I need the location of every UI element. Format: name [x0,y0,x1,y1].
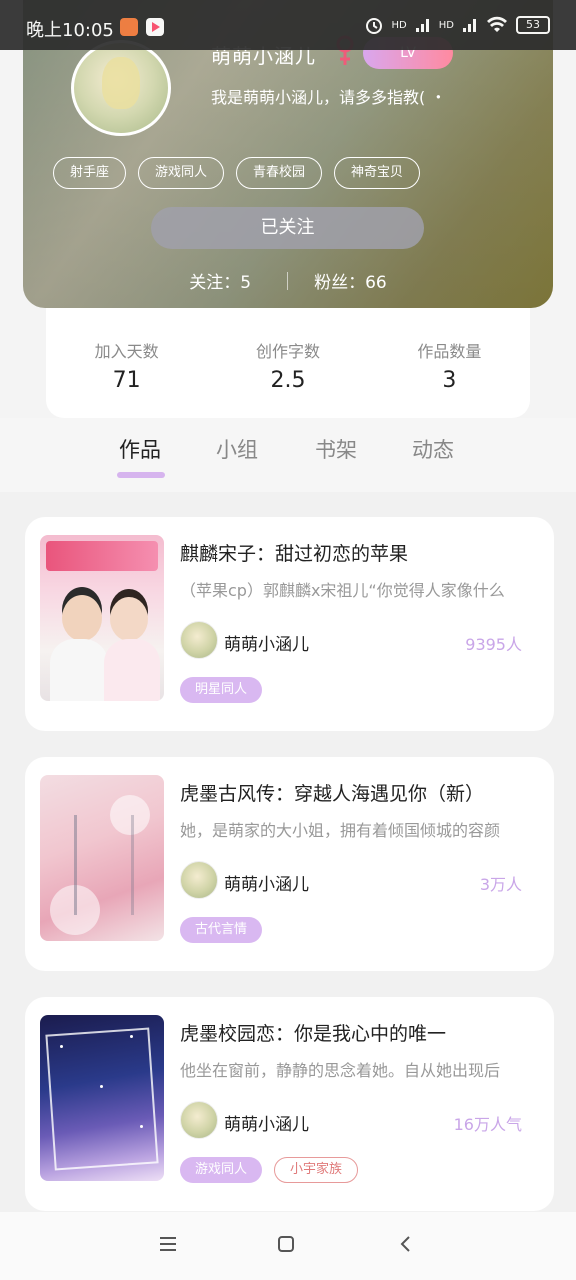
author-avatar[interactable] [180,621,218,659]
profile-tag[interactable]: 青春校园 [236,157,323,189]
cover-calligraphy [74,815,134,915]
battery-icon: 53 [516,16,550,34]
following-count[interactable]: 关注：5 [189,268,251,293]
author-name[interactable]: 萌萌小涵儿 [224,1110,309,1135]
work-reader-count: 3万人 [479,875,522,894]
profile-tag[interactable]: 游戏同人 [138,157,225,189]
status-bar: 晚上10:05 HD HD 53 [0,0,576,50]
work-cover-image[interactable] [40,775,164,941]
work-genres: 游戏同人 小宇家族 [180,1157,359,1183]
work-cover-image[interactable] [40,535,164,701]
stat-value: 71 [112,368,141,393]
menu-icon[interactable] [158,1234,178,1254]
work-title[interactable]: 虎墨古风传：穿越人海遇见你（新） [180,779,484,806]
cover-star [60,1045,63,1048]
signal-icon-2: HD [438,19,454,31]
work-title[interactable]: 麒麟宋子：甜过初恋的苹果 [180,539,408,566]
work-description: 他坐在窗前，静静的思念着她。自从她出现后 [180,1061,501,1080]
profile-avatar[interactable] [71,40,171,136]
cover-figure-body [104,639,160,701]
author-avatar[interactable] [180,1101,218,1139]
follow-button[interactable]: 已关注 [151,207,424,249]
cover-star [130,1035,133,1038]
tab-works[interactable]: 作品 [119,434,161,464]
work-card[interactable]: 麒麟宋子：甜过初恋的苹果 （苹果cp）郭麒麟x宋祖儿“你觉得人家像什么 萌萌小涵… [25,517,554,731]
work-reader-count: 16万人气 [453,1115,522,1134]
tab-activity[interactable]: 动态 [412,434,454,464]
work-reader-count: 9395人 [465,635,522,654]
stats-card: 加入天数 71 创作字数 2.5 作品数量 3 [46,308,530,418]
profile-tag[interactable]: 射手座 [53,157,127,189]
stat-label: 创作字数 [255,342,320,361]
work-cover-image[interactable] [40,1015,164,1181]
video-app-icon [146,18,164,36]
cover-banner [46,541,158,571]
stat-word-count: 创作字数 2.5 [207,308,368,418]
work-description: （苹果cp）郭麒麟x宋祖儿“你觉得人家像什么 [180,581,505,600]
work-card[interactable]: 虎墨古风传：穿越人海遇见你（新） 她，是萌家的大小姐，拥有着倾国倾城的容颜 萌萌… [25,757,554,971]
work-genres: 明星同人 [180,677,263,703]
author-name[interactable]: 萌萌小涵儿 [224,630,309,655]
genre-tag[interactable]: 小宇家族 [274,1157,359,1183]
status-icons: HD HD 53 [364,15,550,35]
cover-figure [110,597,148,641]
cover-figure [62,595,102,641]
signal-bars-icon-2 [463,19,476,32]
home-icon[interactable] [276,1234,296,1254]
tab-bookshelf[interactable]: 书架 [315,434,357,464]
signal-bars-icon [415,19,429,32]
cover-figure-body [50,639,108,701]
stat-value: 2.5 [270,368,306,393]
app-notification-icon [120,18,138,36]
genre-tag[interactable]: 游戏同人 [180,1157,263,1183]
stat-work-count: 作品数量 3 [369,308,530,418]
profile-tag[interactable]: 神奇宝贝 [334,157,421,189]
genre-tag[interactable]: 古代言情 [180,917,263,943]
wifi-icon [487,16,507,32]
profile-bio: 我是萌萌小涵儿，请多多指教( ・ [211,88,447,107]
profile-tags: 射手座 游戏同人 青春校园 神奇宝贝 [53,157,421,189]
profile-tabs: 作品 小组 书架 动态 [0,418,576,492]
author-name[interactable]: 萌萌小涵儿 [224,870,309,895]
work-genres: 古代言情 [180,917,263,943]
active-tab-indicator [117,472,165,478]
stat-join-days: 加入天数 71 [46,308,207,418]
work-description: 她，是萌家的大小姐，拥有着倾国倾城的容颜 [180,821,501,840]
stat-value: 3 [442,368,457,393]
work-card[interactable]: 虎墨校园恋：你是我心中的唯一 他坐在窗前，静静的思念着她。自从她出现后 萌萌小涵… [25,997,554,1211]
alarm-icon [365,18,382,34]
signal-icon-1: HD [391,19,407,31]
divider [287,271,289,290]
stat-label: 作品数量 [417,342,482,361]
author-avatar[interactable] [180,861,218,899]
cover-star [140,1125,143,1128]
stat-label: 加入天数 [94,342,159,361]
follow-stats: 关注：5 粉丝：66 [23,268,553,293]
system-nav-bar [0,1212,576,1280]
back-icon[interactable] [396,1234,416,1254]
work-title[interactable]: 虎墨校园恋：你是我心中的唯一 [180,1019,446,1046]
cover-photo-frame [45,1027,159,1171]
followers-count[interactable]: 粉丝：66 [314,268,387,293]
genre-tag[interactable]: 明星同人 [180,677,263,703]
status-time: 晚上10:05 [26,20,114,41]
cover-star [100,1085,103,1088]
tab-groups[interactable]: 小组 [216,434,258,464]
